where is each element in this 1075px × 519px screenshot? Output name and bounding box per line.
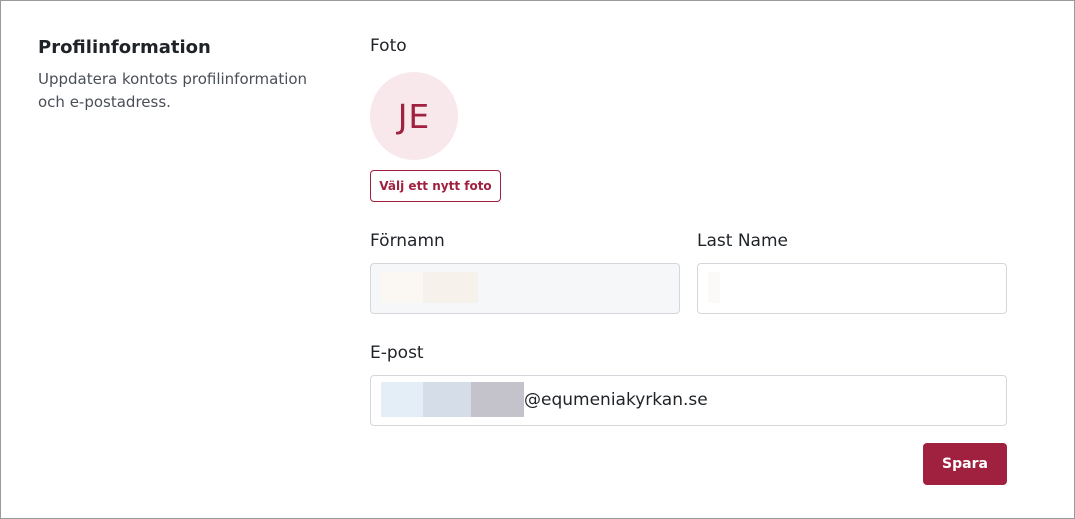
email-label: E-post bbox=[370, 343, 424, 363]
photo-label: Foto bbox=[370, 36, 407, 56]
section-title: Profilinformation bbox=[38, 37, 211, 58]
redacted-value bbox=[423, 272, 478, 303]
profile-form-card: Profilinformation Uppdatera kontots prof… bbox=[0, 0, 1075, 519]
redacted-value bbox=[471, 382, 524, 417]
save-button[interactable]: Spara bbox=[923, 443, 1007, 485]
redacted-value bbox=[423, 382, 473, 417]
select-new-photo-button[interactable]: Välj ett nytt foto bbox=[370, 170, 501, 202]
redacted-value bbox=[381, 272, 427, 303]
redacted-value bbox=[708, 272, 720, 303]
email-visible-text: @equmeniakyrkan.se bbox=[524, 390, 708, 410]
section-description: Uppdatera kontots profilinformation och … bbox=[38, 70, 308, 111]
first-name-label: Förnamn bbox=[370, 231, 445, 251]
avatar-initials: JE bbox=[397, 96, 431, 136]
first-name-input[interactable] bbox=[370, 263, 680, 314]
last-name-input[interactable] bbox=[697, 263, 1007, 314]
email-input[interactable]: @equmeniakyrkan.se bbox=[370, 375, 1007, 426]
avatar: JE bbox=[370, 72, 458, 160]
redacted-value bbox=[381, 382, 425, 417]
last-name-label: Last Name bbox=[697, 231, 788, 251]
